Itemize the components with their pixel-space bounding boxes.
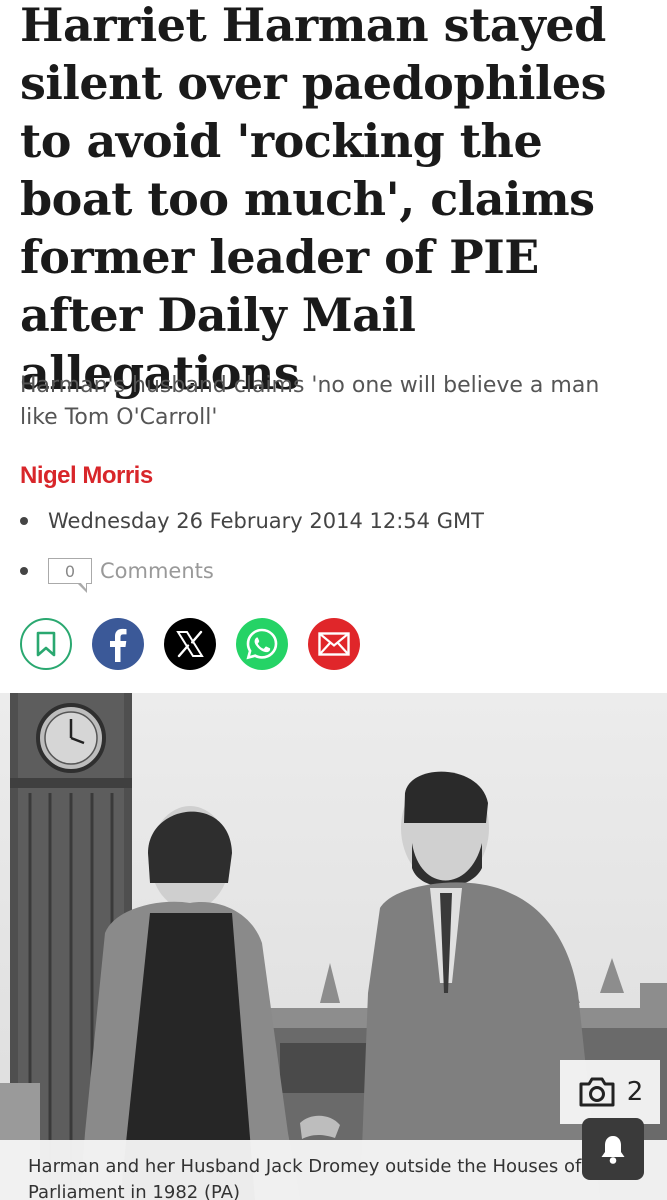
whatsapp-icon: [246, 628, 278, 660]
gallery-count: 2: [626, 1077, 644, 1107]
comment-count-icon[interactable]: 0: [48, 558, 92, 593]
bookmark-button[interactable]: [20, 618, 72, 670]
bullet: [20, 567, 28, 575]
camera-icon: [579, 1077, 615, 1107]
publish-date: Wednesday 26 February 2014 12:54 GMT: [48, 509, 484, 533]
bell-icon: [601, 1136, 625, 1164]
whatsapp-share-button[interactable]: [236, 618, 288, 670]
email-share-button[interactable]: [308, 618, 360, 670]
bookmark-icon: [36, 631, 56, 657]
comments-row[interactable]: 0 Comments: [20, 558, 214, 593]
article-headline: Harriet Harman stayed silent over paedop…: [20, 0, 607, 400]
facebook-share-button[interactable]: [92, 618, 144, 670]
share-bar: [20, 618, 360, 670]
facebook-icon: [110, 628, 127, 662]
date-row: Wednesday 26 February 2014 12:54 GMT: [20, 509, 484, 533]
comment-count: 0: [64, 561, 76, 581]
bullet: [20, 517, 28, 525]
photo-caption: Harman and her Husband Jack Dromey outsi…: [28, 1156, 582, 1200]
x-icon: [176, 630, 204, 658]
x-share-button[interactable]: [164, 618, 216, 670]
author-link[interactable]: Nigel Morris: [20, 462, 153, 490]
photo-caption-bar: Harman and her Husband Jack Dromey outsi…: [0, 1140, 667, 1200]
notifications-button[interactable]: [582, 1118, 644, 1180]
comments-link[interactable]: Comments: [100, 559, 214, 583]
photo-gallery-button[interactable]: 2: [560, 1060, 660, 1124]
email-icon: [318, 632, 350, 656]
article-standfirst: Harman's husband claims 'no one will bel…: [20, 373, 600, 430]
